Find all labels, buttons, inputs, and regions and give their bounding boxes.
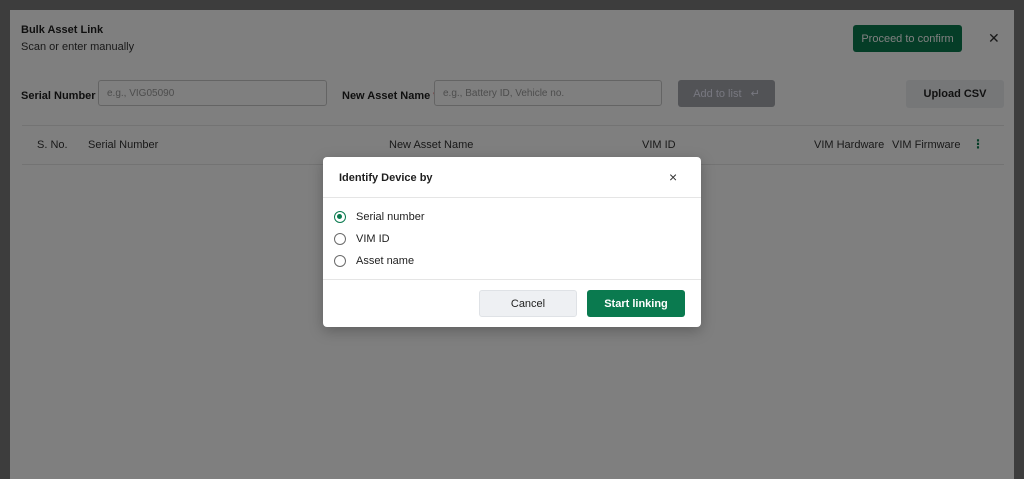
close-icon[interactable]: × — [669, 169, 677, 185]
radio-icon[interactable] — [334, 255, 346, 267]
radio-selected-icon[interactable] — [334, 211, 346, 223]
option-label: VIM ID — [356, 233, 390, 245]
divider — [323, 197, 701, 198]
start-linking-button[interactable]: Start linking — [587, 290, 685, 317]
option-asset-name[interactable]: Asset name — [334, 254, 414, 268]
option-label: Serial number — [356, 211, 425, 223]
identify-device-dialog: Identify Device by × Serial number VIM I… — [323, 157, 701, 327]
dialog-title: Identify Device by — [339, 172, 433, 184]
option-label: Asset name — [356, 255, 415, 267]
cancel-button[interactable]: Cancel — [479, 290, 577, 317]
option-serial-number[interactable]: Serial number — [334, 210, 424, 224]
divider — [323, 279, 701, 280]
option-vim-id[interactable]: VIM ID — [334, 232, 390, 246]
radio-icon[interactable] — [334, 233, 346, 245]
